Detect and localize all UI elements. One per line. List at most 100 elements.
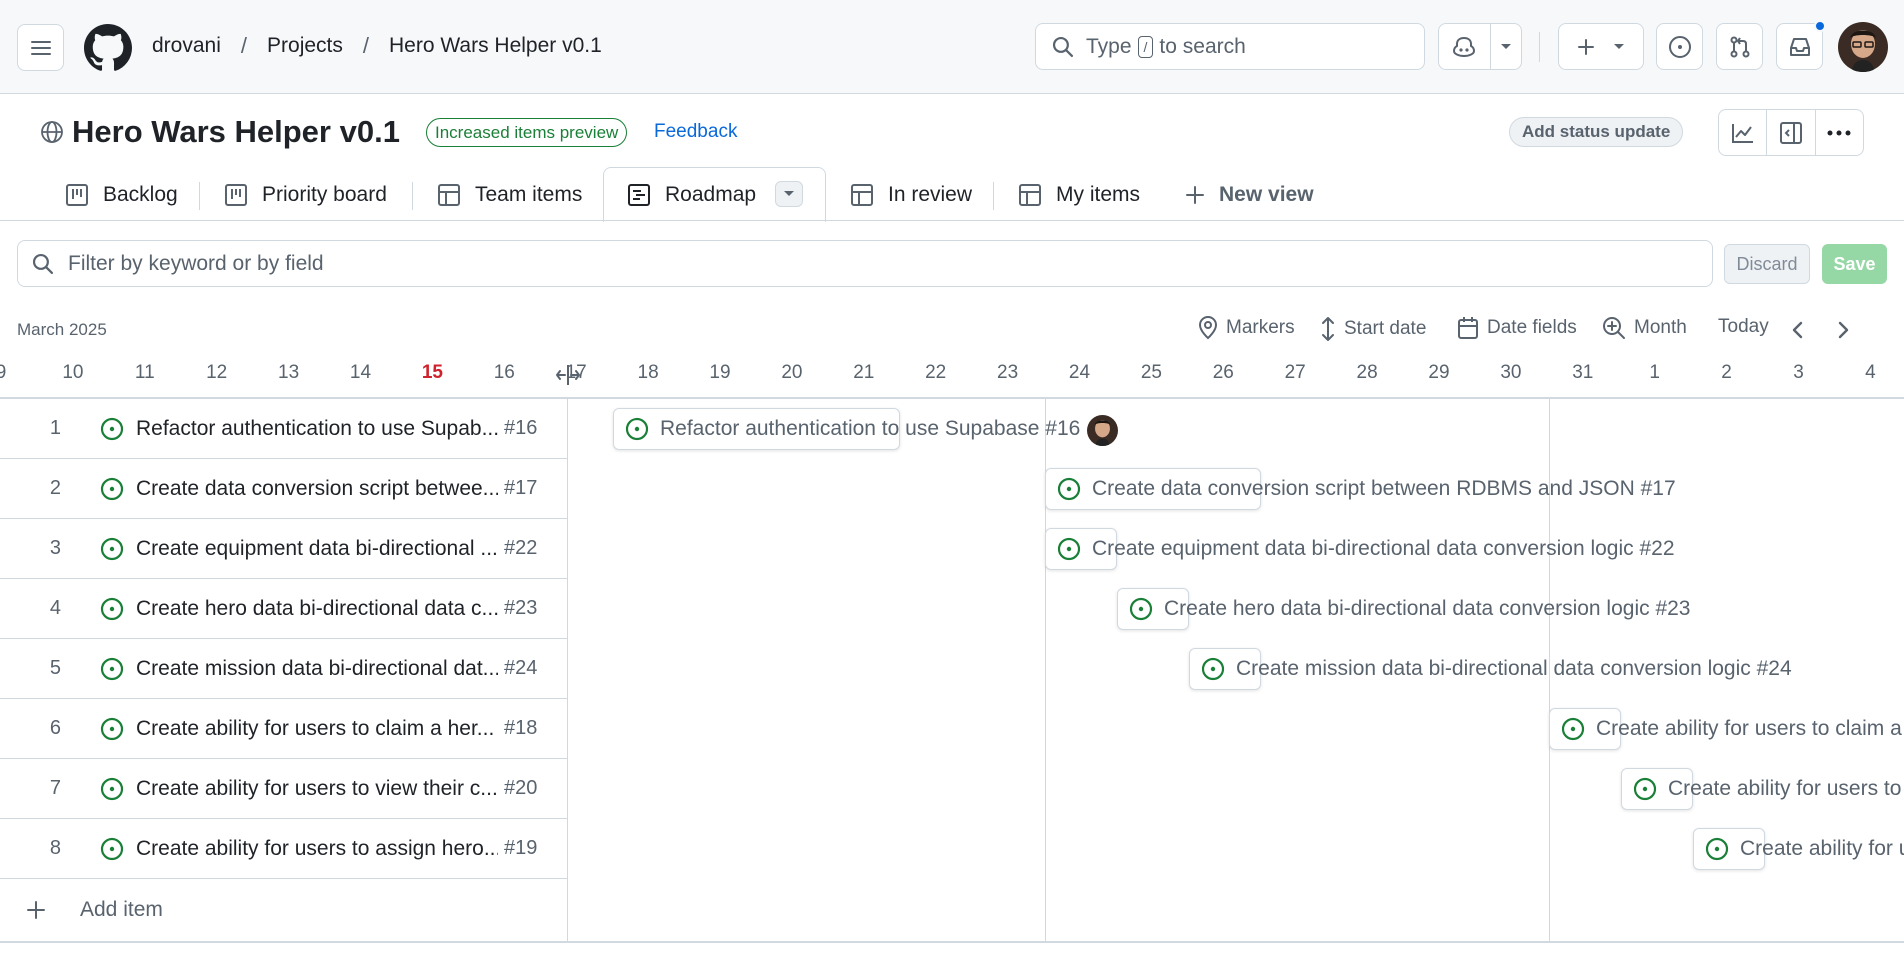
user-avatar[interactable] (1838, 22, 1888, 72)
previous-period-button[interactable] (1788, 318, 1808, 342)
tab-team-items[interactable]: Team items (437, 170, 582, 220)
item-title[interactable]: Create data conversion script betwee... (136, 477, 498, 501)
more-options-button[interactable] (1816, 110, 1863, 155)
day-label: 20 (781, 362, 803, 383)
save-button[interactable]: Save (1822, 244, 1887, 284)
location-pin-icon (1198, 316, 1218, 340)
notification-dot (1814, 20, 1826, 32)
tab-my-items[interactable]: My items (1018, 170, 1140, 220)
roadmap-bar-label[interactable]: Create ability for users to (1668, 777, 1901, 801)
table-icon (438, 184, 460, 206)
issue-opened-icon (100, 837, 124, 861)
roadmap-bar-label[interactable]: Create hero data bi-directional data con… (1164, 597, 1691, 621)
item-title[interactable]: Create mission data bi-directional dat..… (136, 657, 498, 681)
tab-label: Backlog (103, 183, 178, 206)
table-icon (851, 184, 873, 206)
item-reference: #19 (504, 837, 538, 859)
row-number: 6 (49, 717, 61, 739)
issues-button[interactable] (1656, 23, 1703, 70)
plus-icon (27, 901, 45, 919)
issue-opened-icon (100, 597, 124, 621)
item-title[interactable]: Create hero data bi-directional data c..… (136, 597, 498, 621)
next-period-button[interactable] (1833, 318, 1853, 342)
tab-priority-board[interactable]: Priority board (224, 170, 387, 220)
tab-roadmap[interactable]: Roadmap (627, 170, 756, 220)
row-number: 1 (49, 417, 61, 439)
view-options-dropdown[interactable] (775, 181, 803, 207)
roadmap-bar-label[interactable]: Create equipment data bi-directional dat… (1092, 537, 1675, 561)
start-date-button[interactable]: Start date (1320, 316, 1426, 342)
roadmap-bar-label[interactable]: Create mission data bi-directional data … (1236, 657, 1792, 681)
filter-placeholder: Filter by keyword or by field (68, 251, 324, 275)
assignee-avatar[interactable] (1087, 415, 1118, 446)
table-row[interactable]: 7 Create ability for users to view their … (0, 759, 567, 819)
add-item-button[interactable]: Add item (0, 880, 567, 940)
item-reference: #20 (504, 777, 538, 799)
issue-opened-icon (100, 597, 124, 620)
item-reference: #17 (504, 477, 538, 499)
tab-label: Team items (475, 183, 583, 206)
item-title[interactable]: Create equipment data bi-directional ... (136, 537, 498, 561)
zoom-button[interactable]: Month (1602, 316, 1687, 340)
feedback-link[interactable]: Feedback (654, 121, 737, 143)
roadmap-bar-label[interactable]: Create ability for users to claim a (1596, 717, 1902, 741)
graph-icon (1731, 123, 1753, 143)
chevron-right-icon (1838, 321, 1849, 339)
table-row[interactable]: 6 Create ability for users to claim a her… (0, 699, 567, 759)
inbox-icon (1789, 37, 1810, 56)
pull-requests-button[interactable] (1716, 23, 1763, 70)
roadmap-bar-label[interactable]: Create data conversion script between RD… (1092, 477, 1676, 501)
roadmap-bar-label[interactable]: Refactor authentication to use Supabase … (660, 417, 1080, 441)
tab-in-review[interactable]: In review (850, 170, 972, 220)
breadcrumb-owner[interactable]: drovani (152, 34, 221, 58)
table-row[interactable]: 8 Create ability for users to assign hero… (0, 819, 567, 879)
roadmap-bar-label[interactable]: Create ability for u (1740, 837, 1904, 861)
date-fields-button[interactable]: Date fields (1457, 316, 1577, 340)
item-title[interactable]: Create ability for users to view their c… (136, 777, 498, 801)
insights-button[interactable] (1719, 110, 1766, 155)
row-number: 8 (49, 837, 61, 859)
item-title[interactable]: Create ability for users to claim a her.… (136, 717, 498, 741)
today-button[interactable]: Today (1718, 316, 1769, 338)
item-title[interactable]: Refactor authentication to use Supab... (136, 417, 498, 441)
issue-opened-icon (100, 777, 124, 801)
add-status-update-button[interactable]: Add status update (1509, 117, 1684, 147)
issue-opened-icon (1201, 657, 1225, 681)
tab-backlog[interactable]: Backlog (65, 170, 178, 220)
triangle-down-icon (1500, 43, 1511, 49)
project-title-area: Hero Wars Helper v0.1 (40, 114, 400, 150)
markers-label: Markers (1226, 317, 1295, 338)
discard-button[interactable]: Discard (1724, 244, 1810, 284)
table-row[interactable]: 2 Create data conversion script betwee...… (0, 459, 567, 519)
table-row[interactable]: 1 Refactor authentication to use Supab...… (0, 399, 567, 459)
create-button-group[interactable] (1558, 23, 1644, 70)
issue-opened-icon (1633, 777, 1657, 801)
table-row[interactable]: 5 Create mission data bi-directional dat.… (0, 639, 567, 699)
preview-badge[interactable]: Increased items preview (426, 118, 628, 147)
column-resize-handle[interactable] (556, 365, 580, 385)
day-label: 3 (1793, 362, 1804, 383)
table-row[interactable]: 3 Create equipment data bi-directional ..… (0, 519, 567, 579)
table-row[interactable]: 4 Create hero data bi-directional data c.… (0, 579, 567, 639)
project-actions-group (1718, 109, 1864, 156)
side-panel-button[interactable] (1767, 110, 1814, 155)
menu-button[interactable] (17, 24, 64, 71)
globe-icon (41, 121, 63, 143)
filter-input[interactable]: Filter by keyword or by field (17, 240, 1713, 287)
github-logo-icon[interactable] (84, 24, 132, 72)
copilot-button[interactable] (1439, 24, 1490, 69)
breadcrumb-project[interactable]: Hero Wars Helper v0.1 (389, 34, 602, 58)
row-number: 7 (49, 777, 61, 799)
copilot-dropdown-button[interactable] (1491, 24, 1521, 69)
day-label: 25 (1140, 362, 1162, 383)
today-label: Today (1718, 316, 1769, 337)
markers-button[interactable]: Markers (1198, 316, 1295, 340)
project-title[interactable]: Hero Wars Helper v0.1 (72, 114, 400, 150)
search-input[interactable]: Type / to search (1035, 23, 1425, 70)
breadcrumb-projects[interactable]: Projects (267, 34, 343, 58)
issue-opened-icon (100, 417, 124, 441)
row-number: 2 (49, 477, 61, 499)
new-view-button[interactable]: New view (1185, 170, 1314, 220)
arrow-both-horizontal-icon (556, 365, 580, 385)
item-title[interactable]: Create ability for users to assign hero.… (136, 837, 498, 861)
